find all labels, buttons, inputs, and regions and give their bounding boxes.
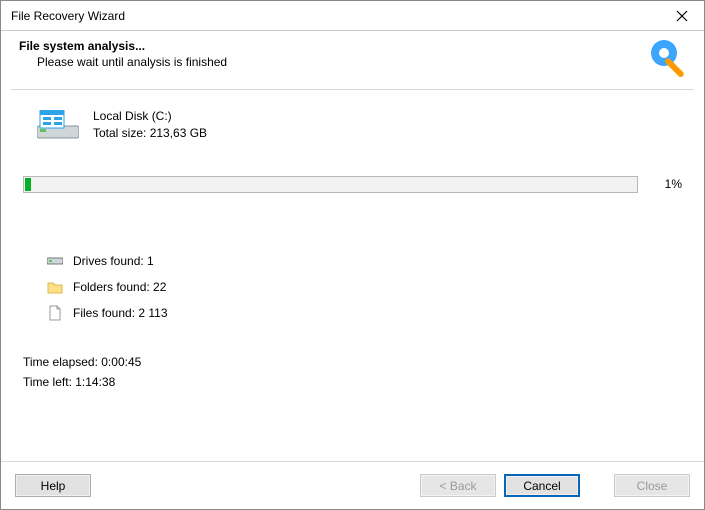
stat-files-label: Files found: 2 113: [73, 306, 168, 320]
wizard-window: File Recovery Wizard File system analysi…: [0, 0, 705, 510]
footer: Help < Back Cancel Close: [1, 461, 704, 509]
wizard-icon: [650, 39, 690, 79]
progress-row: 1%: [23, 176, 682, 193]
file-icon: [47, 305, 63, 321]
stat-drives-label: Drives found: 1: [73, 254, 154, 268]
cancel-button[interactable]: Cancel: [504, 474, 580, 497]
header-subtitle: Please wait until analysis is finished: [19, 55, 650, 69]
disk-info: Local Disk (C:) Total size: 213,63 GB: [37, 108, 682, 142]
stat-files: Files found: 2 113: [47, 305, 682, 321]
progress-percent: 1%: [652, 177, 682, 191]
disk-name: Local Disk (C:): [93, 108, 207, 125]
time-elapsed: Time elapsed: 0:00:45: [23, 355, 682, 369]
disk-size: Total size: 213,63 GB: [93, 125, 207, 142]
disk-icon: [37, 110, 79, 140]
drive-icon: [47, 253, 63, 269]
close-icon: [676, 10, 688, 22]
close-footer-button: Close: [614, 474, 690, 497]
progress-bar: [23, 176, 638, 193]
header-title: File system analysis...: [19, 39, 650, 53]
stat-folders-label: Folders found: 22: [73, 280, 166, 294]
close-button[interactable]: [659, 1, 704, 30]
stats-block: Drives found: 1 Folders found: 22 Fil: [47, 253, 682, 321]
folder-icon: [47, 279, 63, 295]
progress-fill: [25, 178, 31, 191]
help-button[interactable]: Help: [15, 474, 91, 497]
stat-drives: Drives found: 1: [47, 253, 682, 269]
window-title: File Recovery Wizard: [11, 9, 659, 23]
back-button: < Back: [420, 474, 496, 497]
time-block: Time elapsed: 0:00:45 Time left: 1:14:38: [23, 355, 682, 389]
wizard-header: File system analysis... Please wait unti…: [1, 31, 704, 89]
time-left: Time left: 1:14:38: [23, 375, 682, 389]
content-area: Local Disk (C:) Total size: 213,63 GB 1%…: [1, 90, 704, 461]
titlebar: File Recovery Wizard: [1, 1, 704, 31]
stat-folders: Folders found: 22: [47, 279, 682, 295]
